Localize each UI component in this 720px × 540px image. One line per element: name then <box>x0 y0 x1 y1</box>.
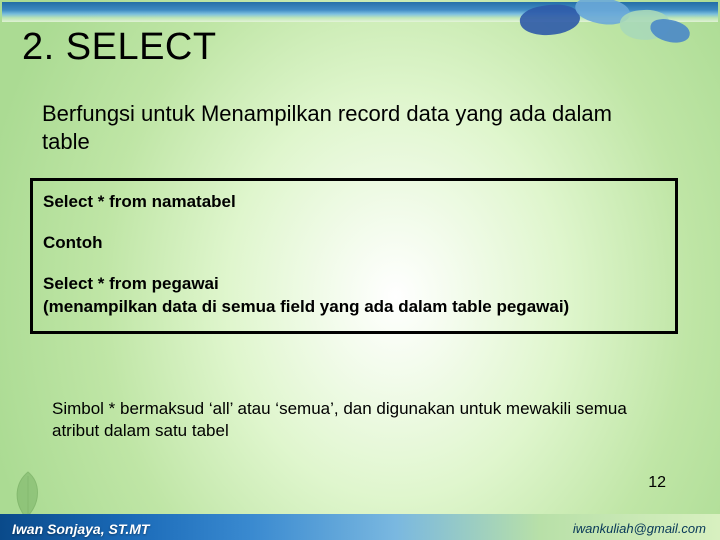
code-syntax-line: Select * from namatabel <box>43 191 665 214</box>
footer-contact: iwankuliah@gmail.com <box>573 521 706 536</box>
footer-author: Iwan Sonjaya, ST.MT <box>12 521 149 537</box>
page-number: 12 <box>648 474 666 492</box>
footnote-text: Simbol * bermaksud ‘all’ atau ‘semua’, d… <box>52 398 660 442</box>
slide: 2. SELECT Berfungsi untuk Menampilkan re… <box>0 0 720 540</box>
code-example-line: Select * from pegawai <box>43 273 665 296</box>
slide-title: 2. SELECT <box>22 26 217 69</box>
code-example-label: Contoh <box>43 232 665 255</box>
leaf-decoration-icon <box>8 470 48 520</box>
description-text: Berfungsi untuk Menampilkan record data … <box>42 100 660 155</box>
footer-bar: Iwan Sonjaya, ST.MT iwankuliah@gmail.com <box>0 514 720 540</box>
top-gradient-bar <box>2 2 718 22</box>
code-explanation-line: (menampilkan data di semua field yang ad… <box>43 296 665 319</box>
code-example-box: Select * from namatabel Contoh Select * … <box>30 178 678 334</box>
